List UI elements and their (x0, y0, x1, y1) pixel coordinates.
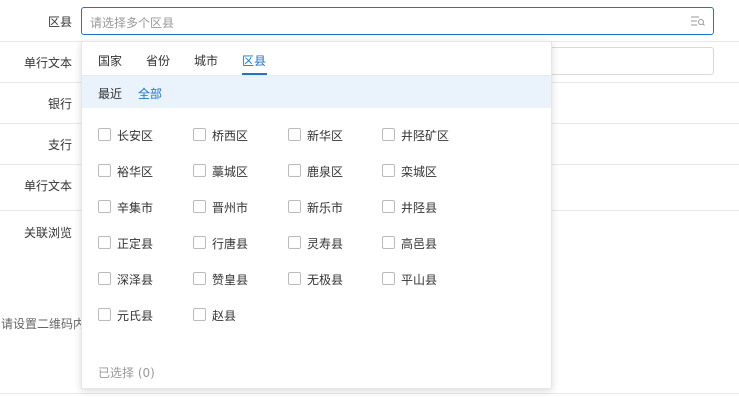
linked-browse-label: 关联浏览 (23, 226, 72, 240)
district-option-label: 高邑县 (401, 237, 438, 251)
form-row-district: 区县 请选择多个区县 (0, 0, 739, 42)
region-level-tabs: 国家 省份 城市 区县 (82, 42, 551, 76)
district-option-label: 无极县 (307, 273, 344, 287)
district-option-label: 新华区 (307, 129, 344, 143)
qr-code-hint: 请设置二维码内 (1, 317, 86, 331)
checkbox[interactable] (382, 128, 395, 141)
checkbox[interactable] (98, 272, 111, 285)
bank-label: 银行 (47, 97, 72, 111)
tab-province[interactable]: 省份 (146, 52, 170, 69)
district-multiselect-input[interactable]: 请选择多个区县 (81, 7, 714, 35)
active-tab-indicator (242, 73, 267, 75)
checkbox[interactable] (98, 308, 111, 321)
checkbox[interactable] (382, 200, 395, 213)
district-option-label: 辛集市 (117, 201, 154, 215)
district-option-label: 藁城区 (212, 165, 249, 179)
district-option-label: 桥西区 (212, 129, 249, 143)
checkbox[interactable] (193, 164, 206, 177)
checkbox[interactable] (288, 272, 301, 285)
district-option-label: 井陉县 (401, 201, 438, 215)
selected-count: 已选择 (0) (98, 366, 155, 380)
district-option-label: 灵寿县 (307, 237, 344, 251)
checkbox[interactable] (193, 200, 206, 213)
checkbox[interactable] (193, 236, 206, 249)
checkbox[interactable] (193, 308, 206, 321)
checkbox[interactable] (98, 128, 111, 141)
district-option-label: 平山县 (401, 273, 438, 287)
district-label: 区县 (47, 15, 72, 29)
district-dropdown-panel: 国家 省份 城市 区县 最近 全部 长安区 桥西区 新华区 井陉矿区 裕华区 藁… (81, 41, 552, 389)
district-option-label: 井陉矿区 (401, 129, 450, 143)
checkbox[interactable] (288, 236, 301, 249)
subtab-all[interactable]: 全部 (138, 85, 162, 102)
checkbox[interactable] (98, 200, 111, 213)
checkbox[interactable] (288, 200, 301, 213)
district-option-label: 深泽县 (117, 273, 154, 287)
tab-city[interactable]: 城市 (194, 52, 218, 69)
checkbox[interactable] (288, 164, 301, 177)
checkbox[interactable] (382, 272, 395, 285)
district-placeholder: 请选择多个区县 (90, 16, 175, 30)
district-option-label: 赵县 (212, 309, 237, 323)
checkbox[interactable] (382, 164, 395, 177)
district-option-label: 裕华区 (117, 165, 154, 179)
checkbox[interactable] (193, 128, 206, 141)
text-1-label: 单行文本 (23, 56, 72, 70)
district-option-label: 赞皇县 (212, 273, 249, 287)
district-option-label: 新乐市 (307, 201, 344, 215)
list-search-icon[interactable] (691, 15, 705, 27)
district-option-label: 行唐县 (212, 237, 249, 251)
tab-district[interactable]: 区县 (242, 52, 266, 69)
checkbox[interactable] (288, 128, 301, 141)
tab-country[interactable]: 国家 (98, 52, 122, 69)
district-option-label: 正定县 (117, 237, 154, 251)
district-option-label: 元氏县 (117, 309, 154, 323)
checkbox[interactable] (98, 164, 111, 177)
checkbox[interactable] (193, 272, 206, 285)
checkbox[interactable] (98, 236, 111, 249)
district-option-label: 鹿泉区 (307, 165, 344, 179)
scope-subtabs: 最近 全部 (82, 76, 551, 108)
district-option-label: 长安区 (117, 129, 154, 143)
district-option-label: 栾城区 (401, 165, 438, 179)
text-2-label: 单行文本 (23, 179, 72, 193)
checkbox[interactable] (382, 236, 395, 249)
district-option-label: 晋州市 (212, 201, 249, 215)
subtab-recent[interactable]: 最近 (98, 85, 122, 102)
branch-label: 支行 (47, 138, 72, 152)
